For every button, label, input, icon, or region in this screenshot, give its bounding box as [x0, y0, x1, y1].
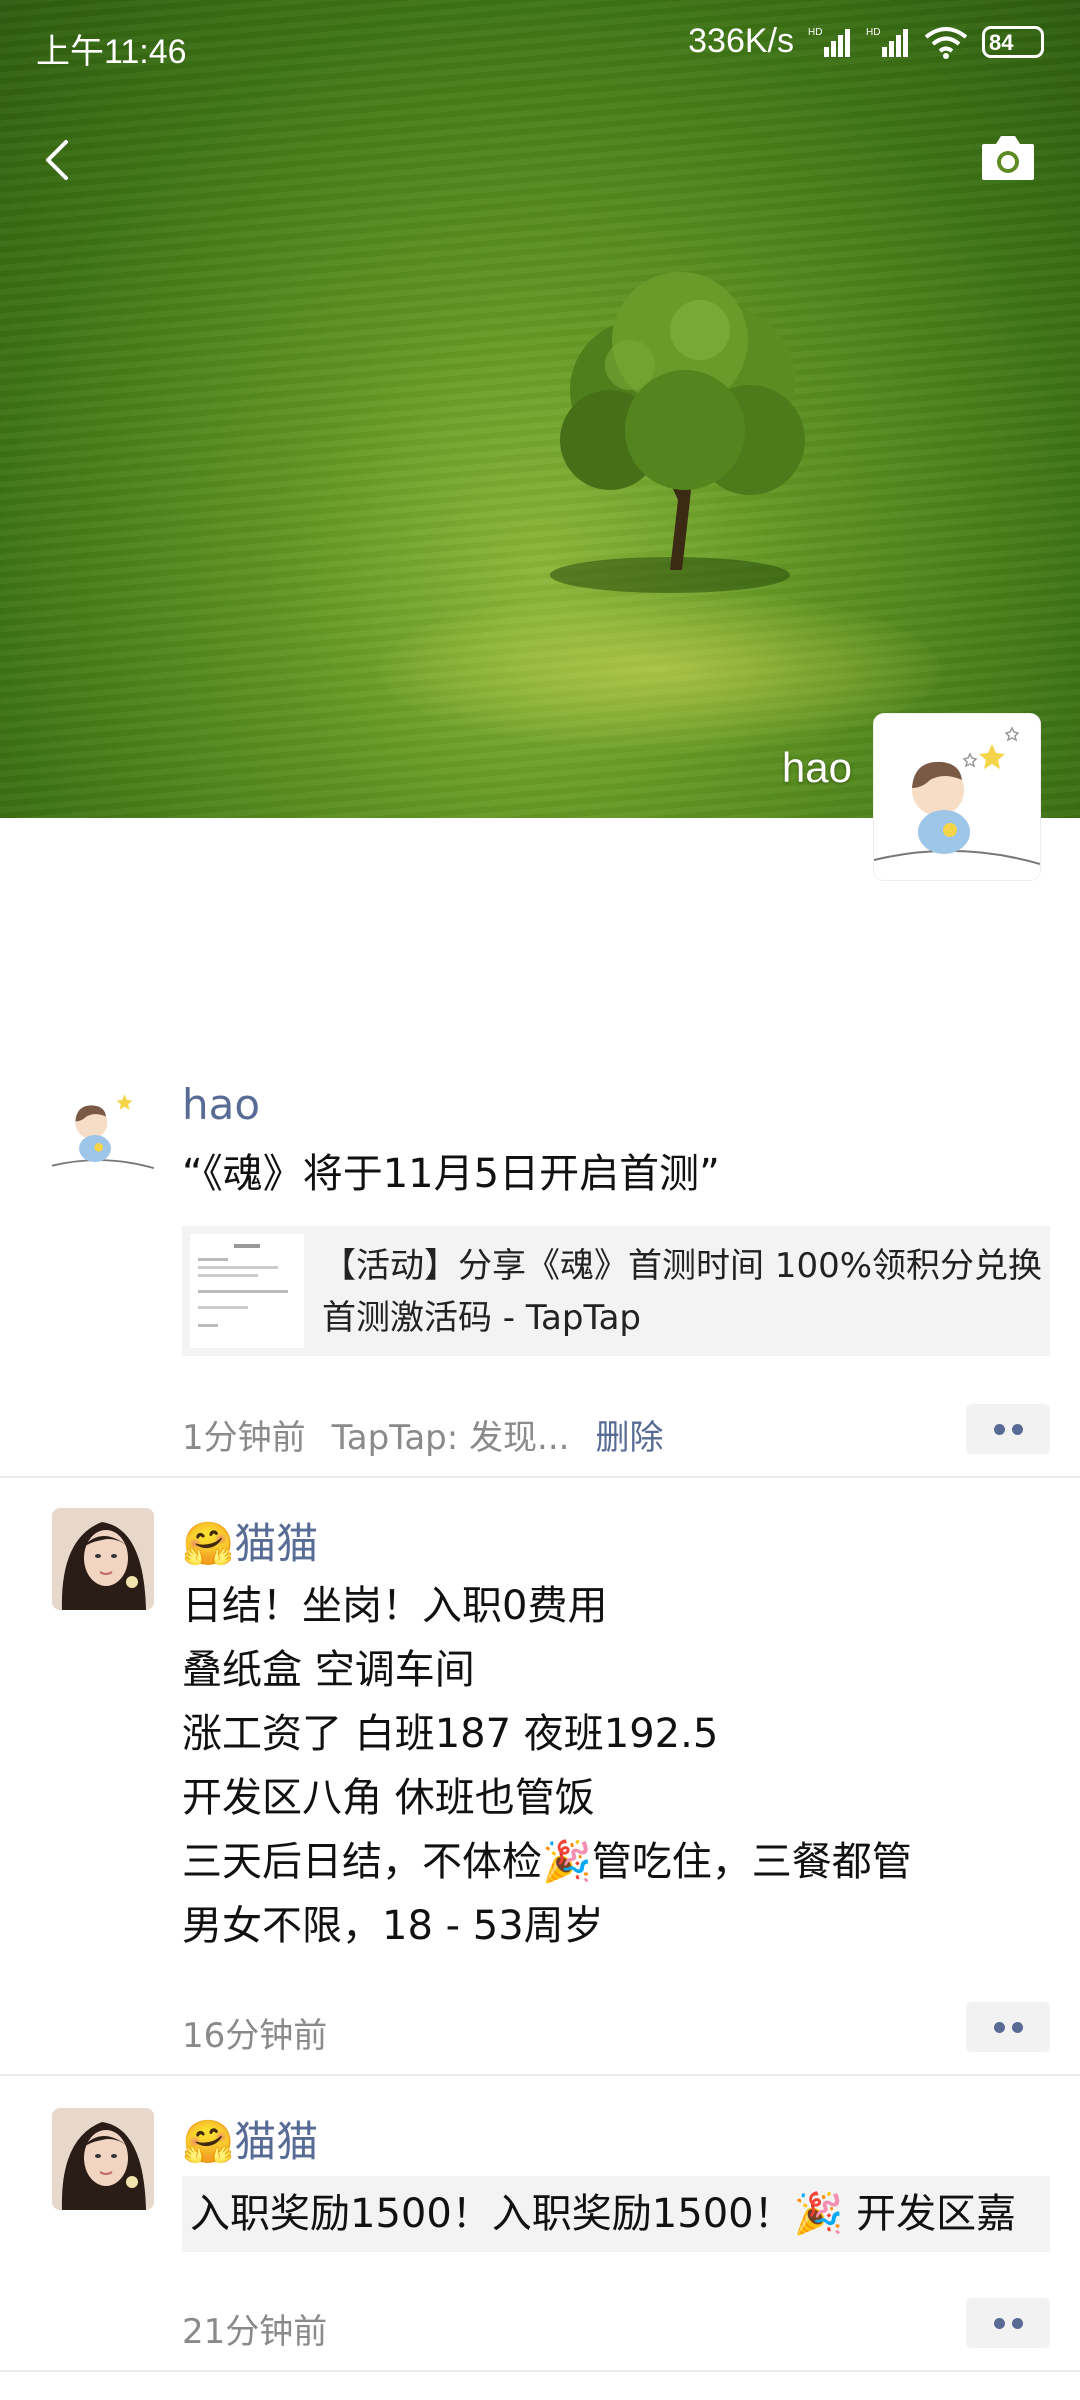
author-name-text: 猫猫	[234, 1519, 319, 1568]
back-arrow-icon[interactable]	[30, 130, 90, 190]
status-right: 336K/s HD HD 84	[688, 22, 1044, 61]
camera-icon[interactable]	[978, 130, 1038, 186]
post-author-name[interactable]: 🤗猫猫	[182, 2108, 318, 2169]
cartoon-boy-avatar-icon	[874, 714, 1040, 880]
battery-icon: 84	[982, 25, 1044, 58]
shared-link-card[interactable]: 【活动】分享《魂》首测时间 100%领积分兑换首测激活码 - TapTap	[182, 1226, 1050, 1356]
link-thumbnail	[190, 1234, 304, 1348]
post-text: “《魂》将于11月5日开启首测”	[182, 1151, 720, 1197]
signal-icon: HD	[866, 27, 908, 57]
post-avatar[interactable]	[52, 1508, 154, 1610]
cover-username: hao	[781, 744, 852, 791]
delete-button[interactable]: 删除	[595, 1418, 663, 1458]
net-speed: 336K/s	[688, 22, 794, 60]
post-divider	[0, 2074, 1080, 2076]
post-avatar[interactable]	[52, 1076, 154, 1178]
post-author-name[interactable]: hao	[182, 1080, 260, 1129]
flower-patch	[380, 590, 940, 750]
profile-avatar[interactable]	[874, 714, 1040, 880]
tree-illustration	[550, 272, 805, 593]
svg-text:HD: HD	[866, 27, 880, 38]
svg-text:HD: HD	[808, 27, 822, 38]
post-time: 21分钟前	[182, 2312, 328, 2352]
post-text-line: 男女不限，18 - 53周岁	[182, 1903, 604, 1949]
post-time: 16分钟前	[182, 2016, 328, 2056]
post-time: 1分钟前	[182, 1418, 306, 1458]
post-text-preview[interactable]: 入职奖励1500！入职奖励1500！🎉 开发区嘉	[182, 2176, 1050, 2252]
post-text-line: 日结！坐岗！入职0费用	[182, 1583, 608, 1629]
more-actions-button[interactable]	[966, 1404, 1050, 1454]
hugging-face-emoji: 🤗	[182, 1519, 235, 1568]
post-text-line: 开发区八角 休班也管饭	[182, 1775, 595, 1821]
woman-portrait-avatar-icon	[52, 2108, 154, 2210]
author-name-text: 猫猫	[234, 2117, 319, 2166]
wifi-icon	[924, 26, 968, 59]
post-source[interactable]: TapTap: 发现...	[332, 1418, 570, 1458]
hugging-face-emoji: 🤗	[182, 2117, 235, 2166]
post-text-line: 叠纸盒 空调车间	[182, 1647, 475, 1693]
status-bar: 上午11:46 336K/s HD HD 84	[0, 0, 1080, 90]
post-text-line: 涨工资了 白班187 夜班192.5	[182, 1711, 719, 1757]
post-text-line: 三天后日结，不体检🎉管吃住，三餐都管	[182, 1839, 912, 1885]
link-title: 【活动】分享《魂》首测时间 100%领积分兑换首测激活码 - TapTap	[322, 1246, 1043, 1338]
more-actions-button[interactable]	[966, 2298, 1050, 2348]
post-divider	[0, 1476, 1080, 1478]
post-author-name[interactable]: 🤗猫猫	[182, 1510, 318, 1571]
cover-photo[interactable]: 上午11:46 336K/s HD HD 84 hao	[0, 0, 1080, 818]
signal-icon: HD	[808, 27, 850, 57]
more-actions-button[interactable]	[966, 2002, 1050, 2052]
post-divider	[0, 2370, 1080, 2372]
status-time: 上午11:46	[36, 33, 187, 71]
post-avatar[interactable]	[52, 2108, 154, 2210]
battery-level: 84	[989, 29, 1014, 55]
woman-portrait-avatar-icon	[52, 1508, 154, 1610]
cartoon-boy-avatar-icon	[52, 1076, 154, 1178]
post-meta: 1分钟前 TapTap: 发现... 删除	[182, 1410, 663, 1459]
